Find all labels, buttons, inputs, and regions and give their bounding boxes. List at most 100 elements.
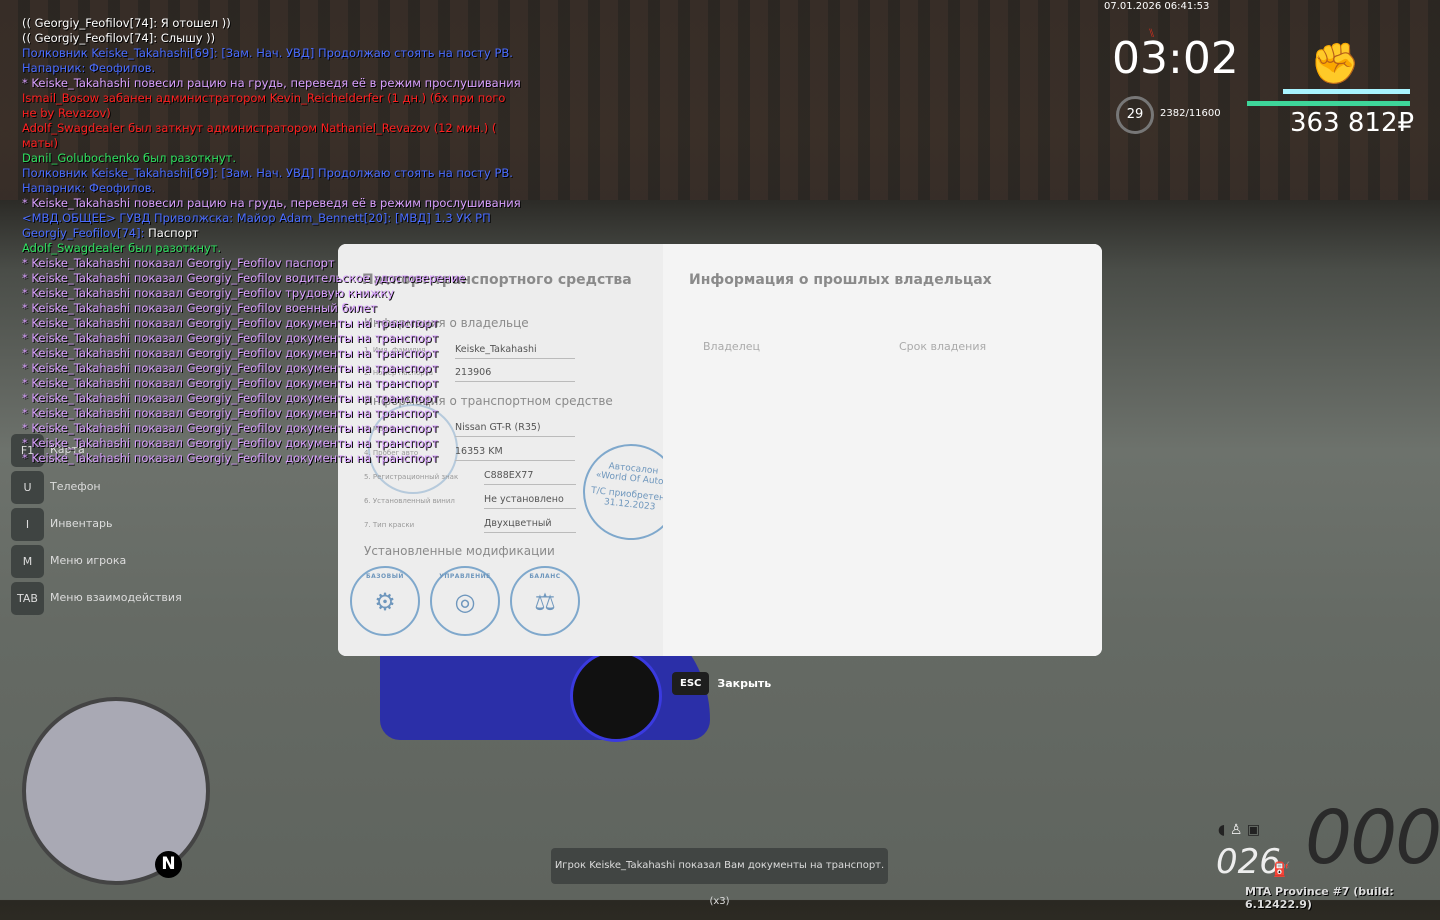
mods-title: Установленные модификации <box>364 544 555 558</box>
build-info: MTA Province #7 (build: 6.12422.9) <box>1245 885 1394 911</box>
hotkey-tab[interactable]: TAB <box>11 582 44 615</box>
chat-line: * Keiske_Takahashi показал Georgiy_Feofi… <box>22 451 521 466</box>
chat-text: * Keiske_Takahashi показал Georgiy_Feofi… <box>22 331 439 345</box>
chat-text: * Keiske_Takahashi показал Georgiy_Feofi… <box>22 271 466 285</box>
chat-text: <МВД.ОБЩЕЕ> ГУВД Приволжска: Майор Adam_… <box>22 211 491 225</box>
chat-line: * Keiske_Takahashi показал Georgiy_Feofi… <box>22 331 521 346</box>
chat-text: * Keiske_Takahashi показал Georgiy_Feofi… <box>22 361 439 375</box>
chat-line: Напарник: Феофилов. <box>22 181 521 196</box>
game-time: 03:02 <box>1112 33 1239 84</box>
hotkey-label: Инвентарь <box>50 517 113 530</box>
chat-line: * Keiske_Takahashi показал Georgiy_Feofi… <box>22 361 521 376</box>
chat-line: Полковник Keiske_Takahashi[69]: [Зам. На… <box>22 46 521 61</box>
chat-line: Georgiy_Feofilov[74]: Паспорт <box>22 226 521 241</box>
notification: Игрок Keiske_Takahashi показал Вам докум… <box>551 848 888 907</box>
chat-line: * Keiske_Takahashi показал Georgiy_Feofi… <box>22 301 521 316</box>
chat-text: (( Georgiy_Feofilov[74]: Я отошел )) <box>22 16 231 30</box>
headlight-icon: ◖ <box>1218 822 1226 838</box>
chat-line: * Keiske_Takahashi показал Georgiy_Feofi… <box>22 316 521 331</box>
chat-text: Danil_Golubochenko был разоткнут. <box>22 151 237 165</box>
chat-text: * Keiske_Takahashi показал Georgiy_Feofi… <box>22 376 439 390</box>
mod-stamp-label: БАЗОВЫЙ <box>366 573 404 580</box>
chat-line: Danil_Golubochenko был разоткнут. <box>22 151 521 166</box>
chat-text: * Keiske_Takahashi показал Georgiy_Feofi… <box>22 301 378 315</box>
chat-line: * Keiske_Takahashi показал Georgiy_Feofi… <box>22 271 521 286</box>
fuel-level: 026 <box>1216 842 1281 882</box>
chat-text: * Keiske_Takahashi показал Georgiy_Feofi… <box>22 451 439 465</box>
chat-text: Напарник: Феофилов. <box>22 181 156 195</box>
chat-line: * Keiske_Takahashi показал Georgiy_Feofi… <box>22 436 521 451</box>
chat-line: Adolf_Swagdealer был разоткнут. <box>22 241 521 256</box>
field-label: 6. Установленный винил <box>364 497 455 505</box>
hotkey-label: Меню игрока <box>50 554 127 567</box>
seatbelt-icon: ♙ <box>1229 822 1243 838</box>
chat-text: Adolf_Swagdealer был заткнут администрат… <box>22 121 497 135</box>
previous-owners-page: Информация о прошлых владельцах Владелец… <box>663 244 1102 656</box>
chat-text: Напарник: Феофилов. <box>22 61 156 75</box>
minimap[interactable] <box>22 697 210 885</box>
chat-line: не by Revazov) <box>22 106 521 121</box>
chat-text: не by Revazov) <box>22 106 111 120</box>
mod-stamp-label: УПРАВЛЕНИЕ <box>439 573 491 580</box>
field-label: 5. Регистрационный знак <box>364 473 459 481</box>
chat-line: (( Georgiy_Feofilov[74]: Слышу )) <box>22 31 521 46</box>
north-marker: N <box>155 851 182 878</box>
speed: 000 <box>1305 795 1440 881</box>
chat-line: * Keiske_Takahashi повесил рацию на груд… <box>22 196 521 211</box>
chat-text: * Keiske_Takahashi повесил рацию на груд… <box>22 196 521 210</box>
chat-text: * Keiske_Takahashi показал Georgiy_Feofi… <box>22 286 394 300</box>
chat-line: Adolf_Swagdealer был заткнут администрат… <box>22 121 521 136</box>
chat-text: * Keiske_Takahashi показал Georgiy_Feofi… <box>22 256 335 270</box>
chat-text: Georgiy_Feofilov[74]: <box>22 226 145 240</box>
fist-icon: ✊ <box>1310 41 1360 87</box>
owner-column-header: Владелец <box>703 340 760 353</box>
chat-text: Adolf_Swagdealer был разоткнут. <box>22 241 222 255</box>
chat-text: Паспорт <box>144 226 199 240</box>
hotkey-m[interactable]: M <box>11 545 44 578</box>
mod-stamp-handling: УПРАВЛЕНИЕ ◎ <box>430 566 500 636</box>
chat-line: * Keiske_Takahashi показал Georgiy_Feofi… <box>22 391 521 406</box>
chat-text: (( Georgiy_Feofilov[74]: Слышу )) <box>22 31 216 45</box>
chat-line: (( Georgiy_Feofilov[74]: Я отошел )) <box>22 16 521 31</box>
armor-bar <box>1283 89 1410 94</box>
chat-text: * Keiske_Takahashi показал Georgiy_Feofi… <box>22 346 439 360</box>
steering-wheel-icon: ◎ <box>454 588 476 617</box>
chat-line: <МВД.ОБЩЕЕ> ГУВД Приволжска: Майор Adam_… <box>22 211 521 226</box>
period-column-header: Срок владения <box>899 340 987 353</box>
car-wheel <box>570 650 662 742</box>
chat-line: * Keiske_Takahashi показал Georgiy_Feofi… <box>22 256 521 271</box>
chat-text: * Keiske_Takahashi показал Georgiy_Feofi… <box>22 316 439 330</box>
chat-line: * Keiske_Takahashi показал Georgiy_Feofi… <box>22 376 521 391</box>
chat-text: * Keiske_Takahashi показал Georgiy_Feofi… <box>22 421 439 435</box>
chat-line: * Keiske_Takahashi повесил рацию на груд… <box>22 76 521 91</box>
chat-line: маты) <box>22 136 521 151</box>
close-label: Закрыть <box>717 677 772 690</box>
gear-icon: ⚙ <box>374 588 396 617</box>
engine-icon: ▣ <box>1246 822 1261 838</box>
health-bar <box>1247 101 1410 106</box>
scales-icon: ⚖ <box>534 588 556 617</box>
chat-line: * Keiske_Takahashi показал Georgiy_Feofi… <box>22 421 521 436</box>
datetime: 07.01.2026 06:41:53 <box>1104 1 1210 12</box>
chat-line: * Keiske_Takahashi показал Georgiy_Feofi… <box>22 346 521 361</box>
chat-text: * Keiske_Takahashi повесил рацию на груд… <box>22 76 521 90</box>
dashboard-icons: ◖ ♙ ▣ <box>1218 822 1260 838</box>
hotkey-label: Телефон <box>50 480 101 493</box>
mod-stamp-label: БАЛАНС <box>529 573 561 580</box>
xp-counter: 2382/11600 <box>1160 108 1221 119</box>
money: 363 812₽ <box>1290 108 1415 138</box>
hotkey-u[interactable]: U <box>11 471 44 504</box>
plate-value: С888ЕХ77 <box>484 470 576 485</box>
chat-text: * Keiske_Takahashi показал Georgiy_Feofi… <box>22 436 439 450</box>
esc-key: ESC <box>672 672 710 695</box>
chat-text: * Keiske_Takahashi показал Georgiy_Feofi… <box>22 391 439 405</box>
chat-line: Ismail_Bosow забанен администратором Kev… <box>22 91 521 106</box>
close-button[interactable]: ESC Закрыть <box>672 672 771 695</box>
chat-text: Полковник Keiske_Takahashi[69]: [Зам. На… <box>22 46 513 60</box>
hotkey-i[interactable]: I <box>11 508 44 541</box>
chat-text: * Keiske_Takahashi показал Georgiy_Feofi… <box>22 406 439 420</box>
chat-text: Ismail_Bosow забанен администратором Kev… <box>22 91 506 105</box>
chat-line: Напарник: Феофилов. <box>22 61 521 76</box>
chat-line: * Keiske_Takahashi показал Georgiy_Feofi… <box>22 406 521 421</box>
chat-text: Полковник Keiske_Takahashi[69]: [Зам. На… <box>22 166 513 180</box>
